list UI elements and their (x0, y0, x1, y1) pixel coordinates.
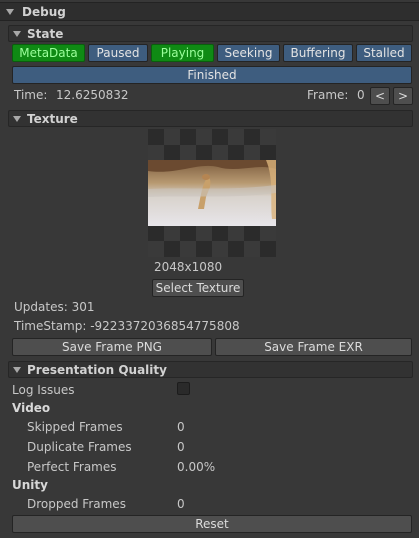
perfect-frames-label: Perfect Frames (27, 460, 117, 474)
texture-resolution: 2048x1080 (154, 260, 223, 274)
state-buffering-button[interactable]: Buffering (283, 44, 353, 62)
state-seeking-button[interactable]: Seeking (217, 44, 280, 62)
foldout-triangle-icon (6, 8, 14, 15)
unity-heading: Unity (12, 478, 48, 492)
state-metadata-button[interactable]: MetaData (12, 44, 85, 62)
perfect-frames-value: 0.00% (177, 460, 216, 474)
state-foldout[interactable]: State (8, 25, 413, 42)
video-heading: Video (12, 401, 51, 415)
save-frame-png-button[interactable]: Save Frame PNG (12, 338, 212, 356)
timestamp-label: TimeStamp: -9223372036854775808 (14, 319, 240, 333)
state-playing-button[interactable]: Playing (151, 44, 214, 62)
dropped-frames-value: 0 (177, 497, 185, 511)
foldout-triangle-icon (13, 366, 21, 373)
texture-preview (148, 129, 276, 257)
state-finished-bar: Finished (12, 66, 412, 84)
select-texture-button[interactable]: Select Texture (152, 279, 244, 297)
presentation-quality-title: Presentation Quality (27, 362, 167, 377)
log-issues-checkbox[interactable] (177, 382, 190, 395)
presentation-quality-foldout[interactable]: Presentation Quality (8, 361, 413, 378)
prev-frame-button[interactable]: < (370, 87, 390, 105)
frame-label: Frame: (307, 88, 349, 102)
time-label: Time: (14, 88, 48, 102)
state-title: State (27, 26, 64, 41)
dropped-frames-label: Dropped Frames (27, 497, 126, 511)
texture-title: Texture (27, 111, 78, 126)
save-frame-exr-button[interactable]: Save Frame EXR (215, 338, 412, 356)
state-paused-button[interactable]: Paused (88, 44, 148, 62)
duplicate-frames-value: 0 (177, 440, 185, 454)
duplicate-frames-label: Duplicate Frames (27, 440, 132, 454)
time-value: 12.6250832 (56, 88, 129, 102)
reset-button[interactable]: Reset (12, 515, 412, 533)
skipped-frames-label: Skipped Frames (27, 420, 123, 434)
foldout-triangle-icon (13, 30, 21, 37)
next-frame-button[interactable]: > (393, 87, 413, 105)
log-issues-label: Log Issues (12, 383, 75, 397)
debug-foldout[interactable]: Debug (0, 2, 419, 21)
texture-foldout[interactable]: Texture (8, 110, 413, 127)
updates-label: Updates: 301 (14, 300, 95, 314)
debug-title: Debug (22, 4, 66, 19)
foldout-triangle-icon (13, 115, 21, 122)
frame-value: 0 (357, 88, 365, 102)
skipped-frames-value: 0 (177, 420, 185, 434)
state-stalled-button[interactable]: Stalled (356, 44, 412, 62)
texture-preview-image (148, 129, 276, 257)
